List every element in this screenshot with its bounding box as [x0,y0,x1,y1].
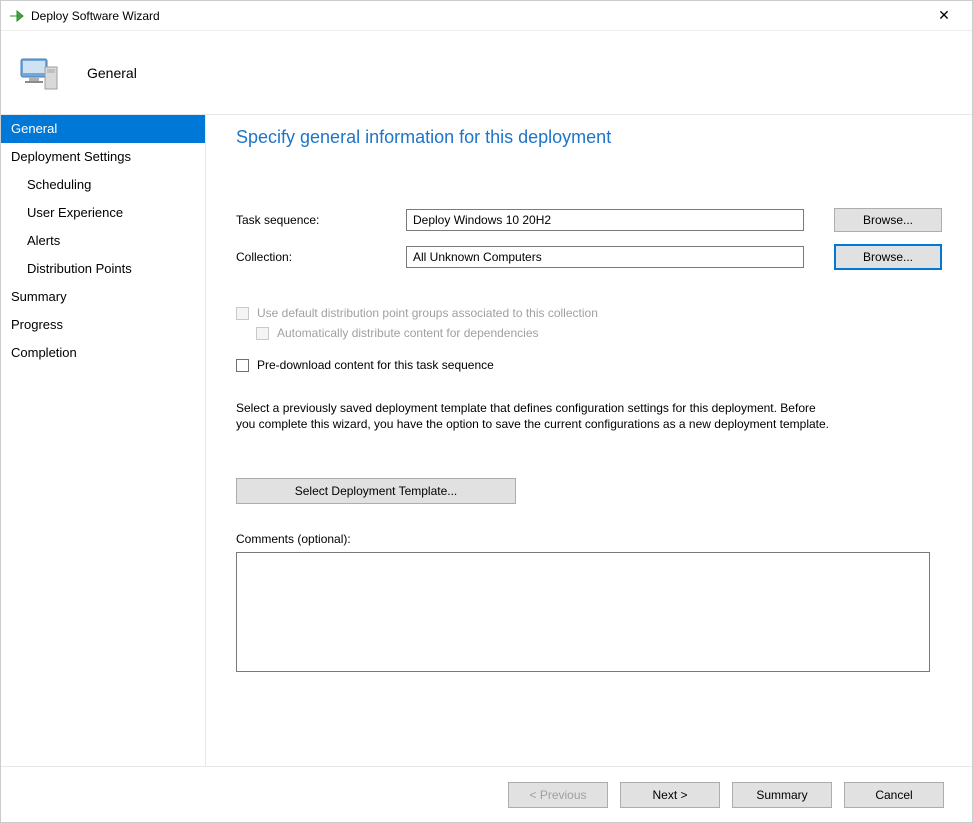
nav-distribution-points[interactable]: Distribution Points [1,255,205,283]
checkbox-icon [236,359,249,372]
wizard-arrow-icon [9,9,27,23]
footer-buttons: < Previous Next > Summary Cancel [1,766,972,822]
checkbox-auto-distribute-label: Automatically distribute content for dep… [277,326,539,340]
browse-task-sequence-button[interactable]: Browse... [834,208,942,232]
nav-alerts[interactable]: Alerts [1,227,205,255]
checkbox-auto-distribute: Automatically distribute content for dep… [256,326,942,340]
checkbox-predownload-label: Pre-download content for this task seque… [257,358,494,372]
body: General Deployment Settings Scheduling U… [1,115,972,766]
nav-user-experience[interactable]: User Experience [1,199,205,227]
checkbox-default-dp: Use default distribution point groups as… [236,306,942,320]
label-collection: Collection: [236,250,406,264]
browse-collection-button[interactable]: Browse... [834,244,942,270]
window-title: Deploy Software Wizard [27,9,924,23]
comments-label: Comments (optional): [236,532,942,546]
previous-button: < Previous [508,782,608,808]
summary-button[interactable]: Summary [732,782,832,808]
content-panel: Specify general information for this dep… [206,115,972,766]
cancel-button[interactable]: Cancel [844,782,944,808]
page-title: General [87,65,137,81]
nav-summary[interactable]: Summary [1,283,205,311]
row-task-sequence: Task sequence: Browse... [236,208,942,232]
nav-general[interactable]: General [1,115,205,143]
label-task-sequence: Task sequence: [236,213,406,227]
checkbox-icon [236,307,249,320]
titlebar: Deploy Software Wizard ✕ [1,1,972,31]
header-band: General [1,31,972,115]
row-collection: Collection: Browse... [236,244,942,270]
checkbox-predownload[interactable]: Pre-download content for this task seque… [236,358,942,372]
wizard-page-icon [15,49,63,97]
wizard-window: Deploy Software Wizard ✕ General General… [0,0,973,823]
nav-deployment-settings[interactable]: Deployment Settings [1,143,205,171]
page-heading: Specify general information for this dep… [236,127,942,148]
template-info-text: Select a previously saved deployment tem… [236,400,836,432]
nav-scheduling[interactable]: Scheduling [1,171,205,199]
comments-field[interactable] [236,552,930,672]
close-button[interactable]: ✕ [924,2,964,30]
checkbox-default-dp-label: Use default distribution point groups as… [257,306,598,320]
checkbox-group: Use default distribution point groups as… [236,300,942,378]
field-task-sequence[interactable] [406,209,804,231]
sidebar-nav: General Deployment Settings Scheduling U… [1,115,206,766]
close-icon: ✕ [938,7,950,24]
next-button[interactable]: Next > [620,782,720,808]
nav-completion[interactable]: Completion [1,339,205,367]
select-template-button[interactable]: Select Deployment Template... [236,478,516,504]
field-collection[interactable] [406,246,804,268]
nav-progress[interactable]: Progress [1,311,205,339]
checkbox-icon [256,327,269,340]
